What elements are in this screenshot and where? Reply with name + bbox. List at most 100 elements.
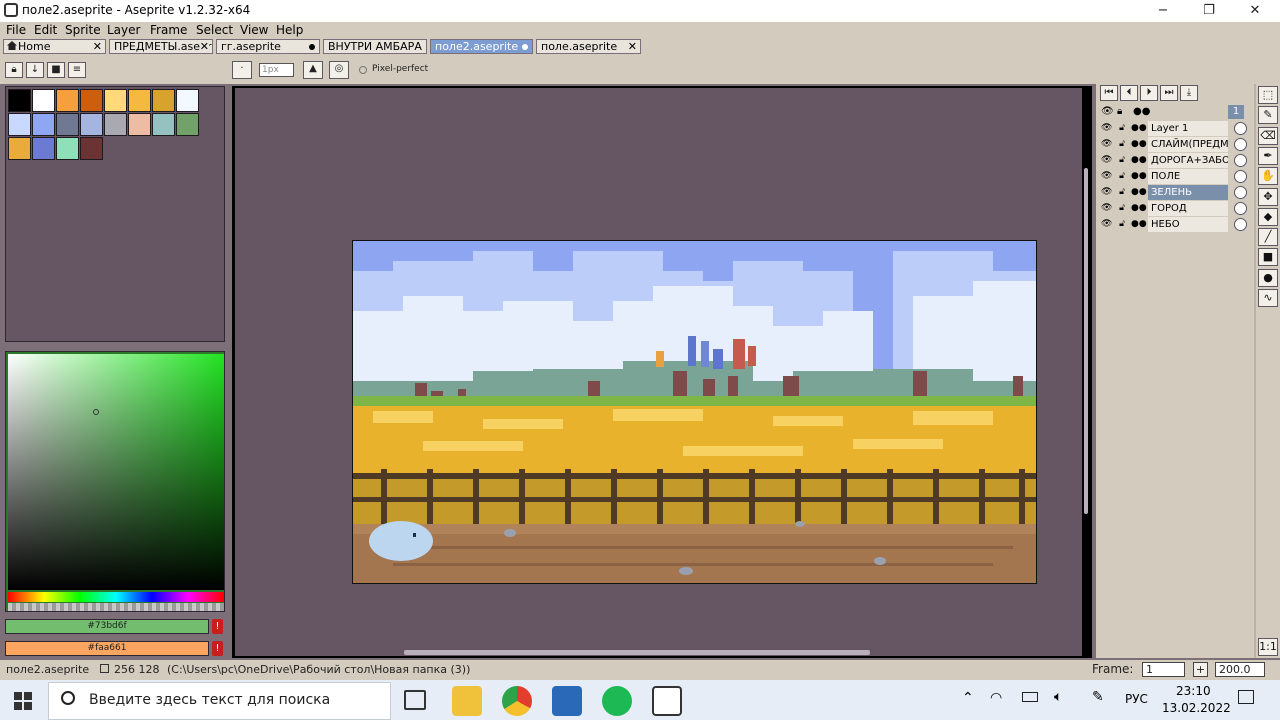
close-tab-icon[interactable]: ✕ [628,40,637,53]
vertical-scrollbar[interactable] [1084,168,1088,514]
menu-help[interactable]: Help [272,22,307,38]
palette-swatch[interactable] [80,89,103,112]
menu-file[interactable]: File [2,22,30,38]
layer-row[interactable]: 👁︎ 🔓︎ ●● ДОРОГА+ЗАБОР [1097,153,1254,168]
cel-dot[interactable] [1234,154,1247,167]
cel-dot[interactable] [1234,218,1247,231]
layer-name[interactable]: СЛАЙМ(ПРЕДМЕТ) [1148,137,1228,152]
spotify-icon[interactable] [602,686,632,716]
palette-swatch[interactable] [56,137,79,160]
cel-dot[interactable] [1234,122,1247,135]
fill-icon[interactable]: ◆ [1258,207,1278,226]
network-app-icon[interactable] [552,686,582,716]
lock-icon[interactable]: 🔓︎ [1117,139,1127,149]
palette-swatch[interactable] [8,137,31,160]
frame-number[interactable]: 1 [1228,105,1244,119]
close-tab-icon[interactable]: ✕ [93,40,102,53]
palette-swatch[interactable] [8,113,31,136]
palette-swatch[interactable] [32,137,55,160]
eyedropper-icon[interactable]: ✒ [1258,146,1278,165]
tray-chevron-icon[interactable]: ⌃ [962,690,974,706]
pixel-perfect-checkbox[interactable] [359,66,367,74]
prev-frame-button[interactable]: ⏴ [1120,85,1138,101]
lock-header-icon[interactable]: 🔒︎ [1117,106,1122,117]
layer-name[interactable]: ЗЕЛЕНЬ [1148,185,1228,200]
horizontal-scrollbar[interactable] [404,650,870,655]
layer-name[interactable]: Layer 1 [1148,121,1228,136]
layer-name[interactable]: ДОРОГА+ЗАБОР [1148,153,1228,168]
eye-icon[interactable]: 👁︎ [1101,155,1112,165]
add-frame-icon[interactable]: + [1193,662,1208,677]
layer-name[interactable]: ПОЛЕ [1148,169,1228,184]
cel-dot[interactable] [1234,186,1247,199]
palette-swatch[interactable] [56,89,79,112]
palette-menu-icon[interactable]: ≡ [68,62,86,78]
palette-swatch[interactable] [56,113,79,136]
marquee-icon[interactable]: ⬚ [1258,86,1278,104]
taskbar-search-box[interactable]: Введите здесь текст для поиска [48,682,391,720]
continuous-icon[interactable]: ●● [1131,123,1147,133]
palette-swatch[interactable] [80,137,103,160]
last-frame-button[interactable]: ⤓ [1180,85,1198,101]
play-button[interactable]: ⏵ [1140,85,1158,101]
layer-name[interactable]: НЕБО [1148,217,1228,232]
layer-row[interactable]: 👁︎ 🔓︎ ●● Layer 1 [1097,121,1254,136]
rectangle-icon[interactable]: ■ [1258,248,1278,267]
blur-icon[interactable]: ∿ [1258,289,1278,307]
aseprite-taskbar-icon[interactable] [652,686,682,716]
palette-swatch[interactable] [8,89,31,112]
alpha-slider[interactable] [8,603,224,611]
continuous-icon[interactable]: ●● [1131,155,1147,165]
continuous-icon[interactable]: ●● [1131,203,1147,213]
palette-swatch[interactable] [128,113,151,136]
layer-row[interactable]: 👁︎ 🔓︎ ●● НЕБО [1097,217,1254,232]
eye-icon[interactable]: 👁︎ [1101,219,1112,229]
chrome-icon[interactable] [502,686,532,716]
menu-select[interactable]: Select [192,22,237,38]
palette-swatch[interactable] [128,89,151,112]
tab-home[interactable]: Home ✕ [3,39,106,54]
bg-warning-icon[interactable]: ! [212,641,223,656]
clock-date[interactable]: 13.02.2022 [1162,701,1231,715]
layer-row[interactable]: 👁︎ 🔓︎ ●● ЗЕЛЕНЬ [1097,185,1254,200]
continuous-icon[interactable]: ●● [1131,187,1147,197]
volume-icon[interactable]: 🔈︎ [1054,689,1062,705]
eye-icon[interactable]: 👁︎ [1101,123,1112,133]
windows-start-icon[interactable] [14,692,32,710]
pencil-icon[interactable]: ✎ [1258,106,1278,125]
menu-edit[interactable]: Edit [30,22,61,38]
cel-dot[interactable] [1234,170,1247,183]
next-frame-button[interactable]: ⏭ [1160,85,1178,101]
menu-view[interactable]: View [236,22,272,38]
fg-warning-icon[interactable]: ! [212,619,223,634]
file-explorer-icon[interactable] [452,686,482,716]
visibility-header-icon[interactable]: 👁︎ [1101,106,1114,117]
layer-row[interactable]: 👁︎ 🔓︎ ●●СЛАЙМ(ПРЕДМЕТ) [1097,137,1254,152]
cel-dot[interactable] [1234,202,1247,215]
blob-icon[interactable]: ● [1258,268,1278,287]
lock-icon[interactable]: 🔓︎ [1117,203,1127,213]
tab-pole[interactable]: поле.aseprite ✕ [536,39,641,54]
zoom-1to1-icon[interactable]: 1:1 [1258,638,1278,656]
palette-swatch[interactable] [176,113,199,136]
palette-swatch[interactable] [104,113,127,136]
opacity-icon[interactable]: ◎ [329,61,349,79]
palette-swatch[interactable] [104,89,127,112]
minimize-button[interactable]: − [1140,0,1186,22]
maximize-button[interactable]: ❐ [1186,0,1232,22]
palette-swatch[interactable] [152,89,175,112]
palette-swatch[interactable] [32,113,55,136]
lock-icon[interactable]: 🔓︎ [1117,187,1127,197]
eraser-icon[interactable]: ⌫ [1258,126,1278,145]
sprite-canvas[interactable] [352,240,1037,584]
language-indicator[interactable]: РУС [1125,692,1148,706]
palette-swatch[interactable] [32,89,55,112]
palette-swatch[interactable] [80,113,103,136]
close-window-button[interactable]: ✕ [1232,0,1278,22]
zoom-input[interactable]: 200.0 [1215,662,1265,677]
palette-preset-icon[interactable]: ■ [47,62,65,78]
eye-icon[interactable]: 👁︎ [1101,187,1112,197]
foreground-color-bar[interactable]: #73bd6f [5,619,209,634]
tab-gg[interactable]: гг.aseprite [216,39,320,54]
pen-icon[interactable]: ✎ [1092,689,1104,705]
